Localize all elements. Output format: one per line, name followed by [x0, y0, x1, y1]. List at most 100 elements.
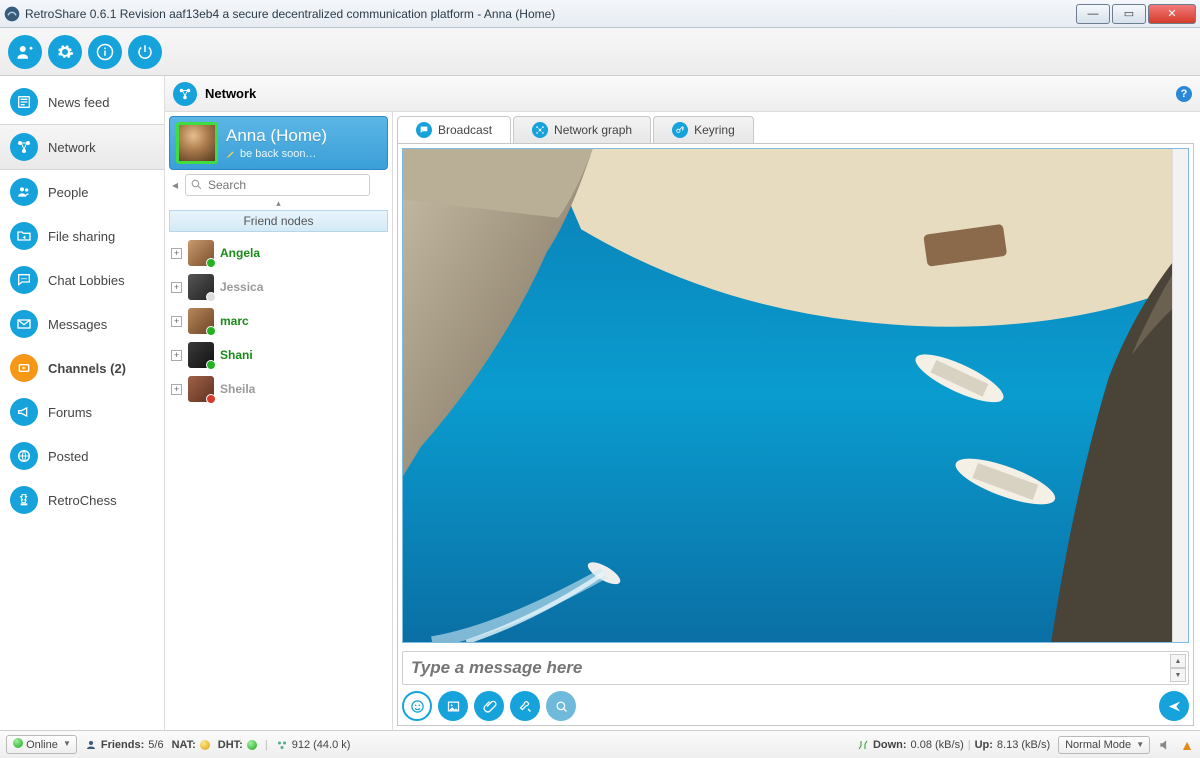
chess-icon: [10, 486, 38, 514]
chat-bubble-icon: [416, 122, 432, 138]
presence-led-icon: [13, 738, 23, 748]
statusbar: Online Friends: 5/6 NAT: DHT: | 912 (44.…: [0, 730, 1200, 758]
friend-avatar: [188, 342, 214, 368]
bandwidth: Down: 0.08 (kB/s) | Up: 8.13 (kB/s): [857, 739, 1050, 751]
tabs: Broadcast Network graph Keyring: [397, 116, 1194, 143]
nav-forums[interactable]: Forums: [0, 390, 164, 434]
friend-avatar: [188, 376, 214, 402]
profile-status: be back soon…: [226, 148, 327, 160]
presence-busy-icon: [206, 394, 216, 404]
sort-caret-icon[interactable]: ▴: [169, 200, 388, 206]
emoji-button[interactable]: [402, 691, 432, 721]
compose-toolbar: [402, 691, 1189, 721]
nav-label: News feed: [48, 95, 109, 110]
network-icon: [173, 82, 197, 106]
message-input-row: ▲ ▼: [402, 651, 1189, 685]
nav-messages[interactable]: Messages: [0, 302, 164, 346]
warning-icon[interactable]: ▲: [1180, 737, 1194, 753]
search-icon: [190, 178, 203, 191]
profile-card[interactable]: Anna (Home) be back soon…: [169, 116, 388, 170]
profile-name: Anna (Home): [226, 126, 327, 146]
nav-file-sharing[interactable]: File sharing: [0, 214, 164, 258]
nav-people[interactable]: People: [0, 170, 164, 214]
friend-row[interactable]: + Angela: [169, 236, 388, 270]
minimize-button[interactable]: —: [1076, 4, 1110, 24]
scrollbar[interactable]: [1172, 149, 1188, 642]
tab-body: ▲ ▼: [397, 143, 1194, 726]
presence-online-icon: [206, 360, 216, 370]
tab-network-graph[interactable]: Network graph: [513, 116, 651, 143]
section-title: Network: [205, 86, 1168, 101]
nav-label: Chat Lobbies: [48, 273, 125, 288]
tab-broadcast[interactable]: Broadcast: [397, 116, 511, 143]
nav-retrochess[interactable]: RetroChess: [0, 478, 164, 522]
window-title: RetroShare 0.6.1 Revision aaf13eb4 a sec…: [25, 7, 1074, 21]
dht-status: DHT:: [218, 739, 257, 751]
nav-label: Network: [48, 140, 96, 155]
nav-network[interactable]: Network: [0, 124, 164, 170]
channels-icon: [10, 354, 38, 382]
nav-label: Channels (2): [48, 361, 126, 376]
help-icon[interactable]: ?: [1176, 86, 1192, 102]
nav-posted[interactable]: Posted: [0, 434, 164, 478]
image-button[interactable]: [438, 691, 468, 721]
mode-dropdown[interactable]: Normal Mode: [1058, 736, 1150, 754]
nav-channels[interactable]: Channels (2): [0, 346, 164, 390]
globe-icon: [10, 442, 38, 470]
presence-dropdown[interactable]: Online: [6, 735, 77, 754]
attach-button[interactable]: [474, 691, 504, 721]
nav-label: Messages: [48, 317, 107, 332]
tab-keyring[interactable]: Keyring: [653, 116, 754, 143]
newspaper-icon: [10, 88, 38, 116]
expand-icon[interactable]: +: [171, 282, 182, 293]
bandwidth-icon: [857, 739, 869, 751]
stepper-down-button[interactable]: ▼: [1170, 668, 1186, 682]
friend-row[interactable]: + marc: [169, 304, 388, 338]
expand-icon[interactable]: +: [171, 350, 182, 361]
peers-icon: [276, 739, 288, 751]
key-icon: [672, 122, 688, 138]
people-icon: [10, 178, 38, 206]
expand-icon[interactable]: +: [171, 248, 182, 259]
chat-image-area: [402, 148, 1189, 643]
add-friend-button[interactable]: [8, 35, 42, 69]
settings-button[interactable]: [48, 35, 82, 69]
nav-label: RetroChess: [48, 493, 117, 508]
friends-list-header[interactable]: Friend nodes: [169, 210, 388, 232]
expand-icon[interactable]: +: [171, 384, 182, 395]
person-icon: [85, 739, 97, 751]
friend-name: Jessica: [220, 280, 263, 294]
sound-icon[interactable]: [1158, 738, 1172, 752]
friend-avatar: [188, 240, 214, 266]
toolbar: [0, 28, 1200, 76]
sidebar: News feed Network People File sharing Ch…: [0, 76, 165, 730]
message-input[interactable]: [411, 658, 1166, 678]
send-button[interactable]: [1159, 691, 1189, 721]
friend-row[interactable]: + Jessica: [169, 270, 388, 304]
section-header: Network ?: [165, 76, 1200, 112]
chat-icon: [10, 266, 38, 294]
friend-list: + Angela + Jessica + marc: [169, 236, 388, 726]
shared-image: [403, 149, 1172, 642]
expand-icon[interactable]: +: [171, 316, 182, 327]
megaphone-icon: [10, 398, 38, 426]
friend-row[interactable]: + Sheila: [169, 372, 388, 406]
search-chat-button[interactable]: [546, 691, 576, 721]
maximize-button[interactable]: ▭: [1112, 4, 1146, 24]
nav-chat-lobbies[interactable]: Chat Lobbies: [0, 258, 164, 302]
nav-news-feed[interactable]: News feed: [0, 80, 164, 124]
friend-row[interactable]: + Shani: [169, 338, 388, 372]
nav-label: File sharing: [48, 229, 115, 244]
folder-share-icon: [10, 222, 38, 250]
stepper-up-button[interactable]: ▲: [1170, 654, 1186, 668]
friend-search-input[interactable]: [185, 174, 370, 196]
info-button[interactable]: [88, 35, 122, 69]
power-button[interactable]: [128, 35, 162, 69]
nat-led-icon: [200, 740, 210, 750]
friend-name: marc: [220, 314, 249, 328]
friend-avatar: [188, 308, 214, 334]
chevron-left-icon[interactable]: ◂: [169, 178, 181, 192]
nav-label: Forums: [48, 405, 92, 420]
close-button[interactable]: ✕: [1148, 4, 1196, 24]
tools-button[interactable]: [510, 691, 540, 721]
